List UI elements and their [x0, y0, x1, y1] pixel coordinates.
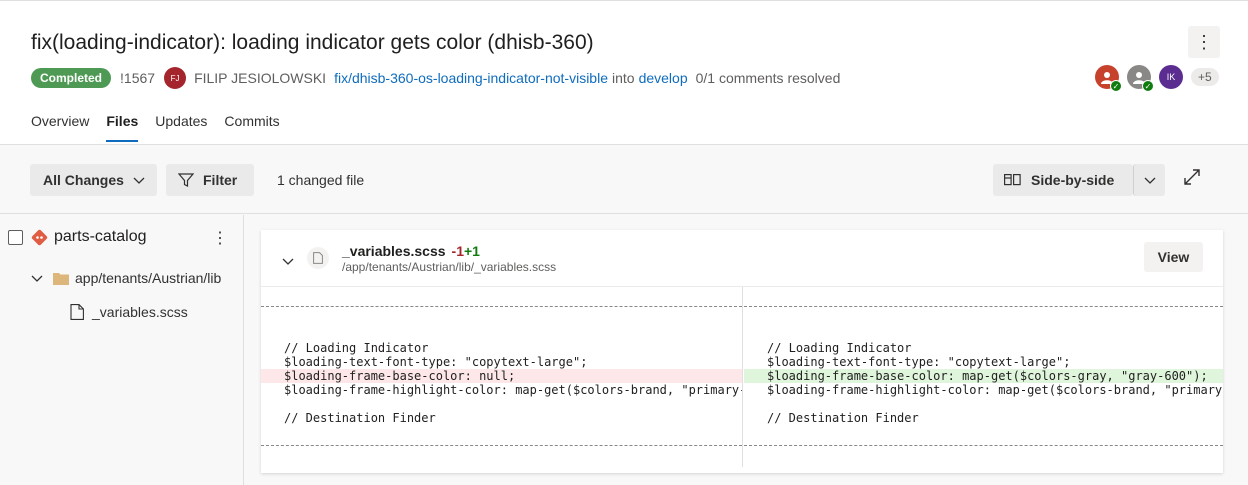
code-line: $loading-text-font-type: "copytext-large… — [767, 355, 1071, 369]
tab-updates[interactable]: Updates — [155, 113, 207, 145]
approved-check-icon: ✓ — [1110, 80, 1122, 92]
code-line-deleted: $loading-frame-base-color: null; — [261, 369, 742, 383]
approved-check-icon: ✓ — [1142, 80, 1154, 92]
all-changes-label: All Changes — [43, 172, 124, 188]
chevron-down-icon — [133, 177, 145, 184]
into-label: into — [612, 70, 635, 86]
pr-title: fix(loading-indicator): loading indicato… — [31, 31, 594, 54]
code-line: // Destination Finder — [767, 411, 919, 425]
tab-commits[interactable]: Commits — [224, 113, 279, 145]
file-type-icon — [307, 247, 329, 269]
pr-tabs: Overview Files Updates Commits — [31, 113, 297, 145]
file-tree: parts-catalog ⋮ app/tenants/Austrian/lib… — [0, 215, 244, 485]
diff-filename: _variables.scss -1+1 — [342, 243, 480, 259]
pr-id: !1567 — [120, 70, 156, 86]
more-actions-button[interactable]: ⋮ — [1188, 26, 1220, 58]
filter-button[interactable]: Filter — [166, 164, 254, 196]
view-mode-button[interactable]: Side-by-side — [993, 164, 1133, 196]
diff-card: _variables.scss -1+1 /app/tenants/Austria… — [261, 230, 1223, 473]
diff-header: _variables.scss -1+1 /app/tenants/Austria… — [261, 230, 1223, 287]
diff-filepath: /app/tenants/Austrian/lib/_variables.scs… — [342, 260, 557, 274]
code-line: // Loading Indicator — [767, 341, 912, 355]
hunk-separator — [744, 445, 1223, 446]
reviewers: ✓ ✓ IK +5 — [1095, 65, 1219, 92]
files-toolbar: All Changes Filter 1 changed file Side-b… — [0, 146, 1248, 214]
view-file-button[interactable]: View — [1144, 242, 1203, 272]
hunk-separator — [261, 445, 742, 446]
source-branch-link[interactable]: fix/dhisb-360-os-loading-indicator-not-v… — [334, 70, 608, 86]
tab-overview[interactable]: Overview — [31, 113, 89, 145]
diff-file-title: _variables.scss — [342, 243, 446, 259]
view-mode-dropdown[interactable] — [1133, 164, 1165, 196]
author-name[interactable]: FILIP JESIOLOWSKI — [194, 70, 326, 86]
diff-right-pane: // Loading Indicator $loading-text-font-… — [744, 287, 1223, 467]
code-line-added: $loading-frame-base-color: map-get($colo… — [744, 369, 1223, 383]
code-line: $loading-frame-highlight-color: map-get(… — [284, 383, 743, 397]
chevron-down-icon — [1144, 177, 1155, 184]
repo-checkbox[interactable] — [8, 229, 23, 245]
lines-added: +1 — [463, 243, 480, 259]
repo-more-menu[interactable]: ⋮ — [212, 228, 228, 248]
all-changes-dropdown[interactable]: All Changes — [30, 164, 157, 196]
folder-name: app/tenants/Austrian/lib — [75, 270, 222, 286]
chevron-down-icon[interactable] — [282, 255, 294, 267]
target-branch-link[interactable]: develop — [639, 70, 688, 86]
repo-row[interactable]: parts-catalog — [8, 228, 147, 246]
reviewer-avatar[interactable]: ✓ — [1095, 65, 1122, 92]
chevron-down-icon — [31, 275, 43, 282]
side-by-side-icon — [1004, 174, 1021, 186]
reviewer-avatar[interactable]: IK — [1159, 65, 1183, 89]
folder-row[interactable]: app/tenants/Austrian/lib — [31, 270, 221, 286]
more-vertical-icon: ⋮ — [1195, 31, 1213, 52]
pr-header: fix(loading-indicator): loading indicato… — [0, 0, 1248, 145]
code-line: // Loading Indicator — [284, 341, 429, 355]
file-row[interactable]: _variables.scss — [70, 304, 188, 320]
pr-meta: Completed !1567 FJ FILIP JESIOLOWSKI fix… — [31, 66, 840, 90]
view-mode-label: Side-by-side — [1031, 172, 1115, 188]
file-name: _variables.scss — [92, 304, 188, 320]
comments-resolved: 0/1 comments resolved — [695, 70, 841, 86]
code-line: $loading-text-font-type: "copytext-large… — [284, 355, 588, 369]
more-reviewers-count[interactable]: +5 — [1191, 68, 1219, 86]
status-badge: Completed — [31, 68, 112, 88]
filter-icon — [178, 173, 194, 187]
expand-icon[interactable] — [1182, 167, 1202, 187]
hunk-separator — [261, 306, 742, 307]
code-line: // Destination Finder — [284, 411, 436, 425]
hunk-separator — [744, 306, 1223, 307]
filter-label: Filter — [203, 172, 238, 188]
code-line: $loading-frame-highlight-color: map-get(… — [767, 383, 1223, 397]
lines-removed: -1 — [451, 243, 464, 259]
changed-files-count: 1 changed file — [277, 172, 365, 188]
file-icon — [70, 304, 84, 320]
git-repo-icon — [31, 229, 48, 245]
folder-icon — [53, 272, 69, 285]
diff-left-pane: // Loading Indicator $loading-text-font-… — [261, 287, 743, 467]
author-avatar[interactable]: FJ — [164, 67, 187, 89]
tab-files[interactable]: Files — [106, 113, 138, 145]
repo-name: parts-catalog — [54, 228, 147, 245]
reviewer-avatar[interactable]: ✓ — [1127, 65, 1154, 92]
